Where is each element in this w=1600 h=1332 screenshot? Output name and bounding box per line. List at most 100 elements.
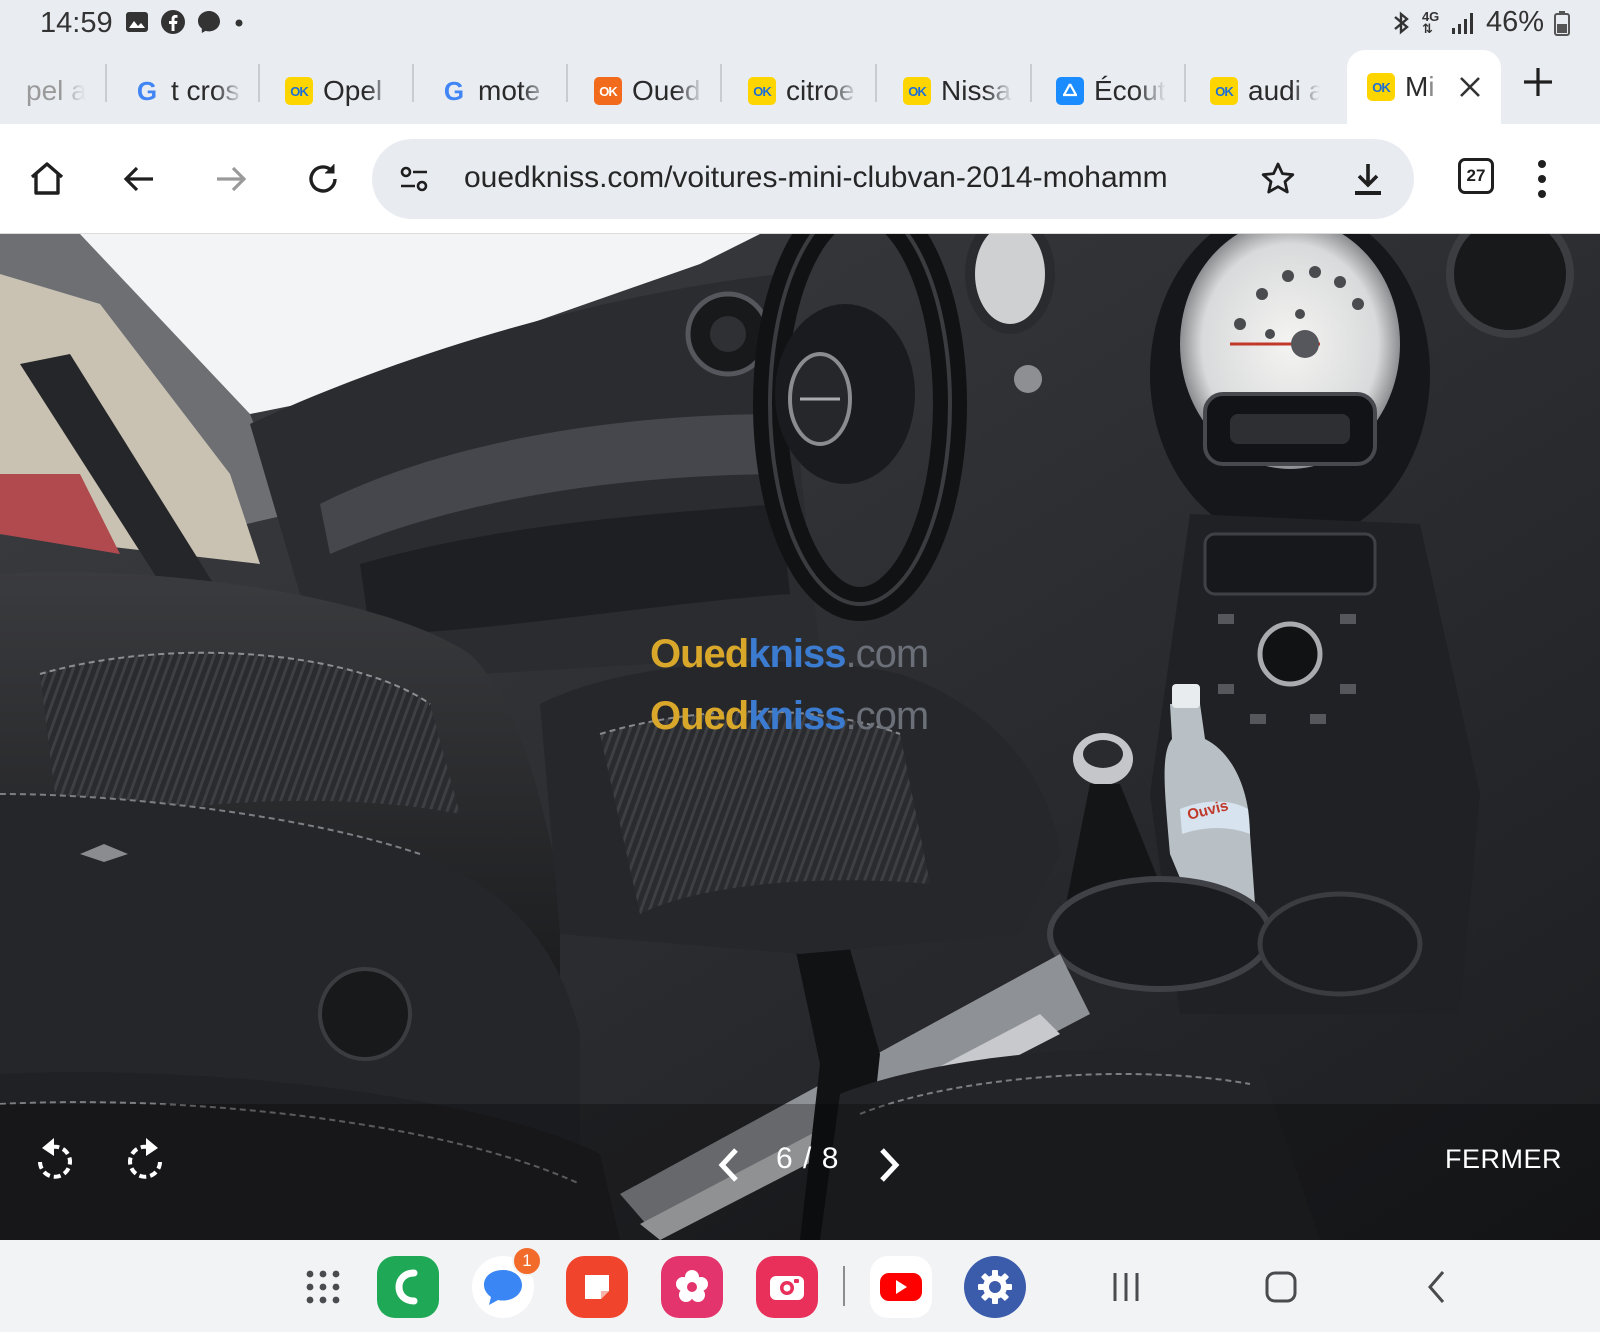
download-icon[interactable] — [1348, 159, 1388, 199]
status-right: 4G ⇅ 46% — [1390, 6, 1570, 39]
phone-icon — [395, 1269, 418, 1305]
tab-separator — [566, 64, 568, 102]
blossom-app[interactable] — [661, 1256, 723, 1318]
recent-apps-icon — [1113, 1273, 1139, 1301]
tab-label: Mi — [1405, 71, 1435, 102]
camera-icon — [770, 1276, 804, 1300]
tab-separator — [105, 64, 107, 102]
notes-app[interactable] — [566, 1256, 628, 1318]
gear-icon — [978, 1270, 1012, 1304]
dot-icon — [235, 19, 243, 27]
camera-app[interactable] — [756, 1256, 818, 1318]
photo-viewer: Ouedkniss.com Ouedkniss.com Ouvis 6 / 8 … — [0, 234, 1600, 1240]
battery-percent: 46% — [1485, 6, 1544, 38]
ouedkniss-favicon-icon: OK — [594, 77, 622, 105]
photo-counter: 6 / 8 — [776, 1142, 840, 1175]
google-favicon-icon: G — [136, 75, 158, 106]
messages-app[interactable]: 1 — [472, 1246, 542, 1318]
ouedkniss-favicon-icon: OK — [1367, 73, 1395, 101]
battery-icon — [1554, 10, 1570, 36]
tab-label: Opel — [323, 75, 383, 106]
tab-label: audi a — [1248, 75, 1320, 106]
home-button[interactable] — [22, 154, 72, 204]
status-time: 14:59 — [40, 7, 113, 39]
close-viewer-button[interactable]: FERMER — [1445, 1144, 1562, 1175]
tab-3[interactable]: G mote — [440, 62, 550, 120]
back-button[interactable] — [114, 154, 164, 204]
google-favicon-icon: G — [443, 75, 465, 106]
tab-7[interactable]: Écout — [1056, 62, 1166, 120]
rotate-right-icon[interactable] — [122, 1134, 170, 1186]
reload-button[interactable] — [298, 154, 348, 204]
tab-label: Oued — [632, 75, 701, 106]
reload-icon — [309, 164, 337, 193]
ouedkniss-favicon-icon: OK — [1210, 77, 1238, 105]
tab-strip: pel a G t cros OK Opel G mote OK Oued OK… — [0, 48, 1600, 124]
apps-grid-icon[interactable] — [304, 1268, 342, 1306]
tab-4[interactable]: OK Oued — [594, 62, 704, 120]
network-type: 4G ⇅ — [1421, 8, 1440, 36]
tab-5[interactable]: OK citroe — [748, 62, 858, 120]
tab-label: mote — [478, 75, 541, 106]
notes-icon — [585, 1275, 609, 1299]
home-square-icon — [1265, 1271, 1297, 1303]
tab-switcher-button[interactable]: 27 — [1458, 158, 1494, 194]
next-photo-icon[interactable] — [876, 1146, 902, 1184]
tab-active[interactable]: OK Mi — [1347, 50, 1501, 124]
new-tab-icon[interactable] — [1516, 60, 1560, 104]
messages-badge: 1 — [512, 1246, 542, 1276]
tab-6[interactable]: OK Nissa — [903, 62, 1013, 120]
more-options-icon[interactable] — [1534, 154, 1550, 204]
arrow-left-icon — [123, 166, 153, 192]
ouedkniss-favicon-icon: OK — [748, 77, 776, 105]
signal-icon — [1451, 12, 1473, 34]
recent-apps-button[interactable] — [1101, 1264, 1151, 1310]
tab-separator — [1184, 64, 1186, 102]
taskbar-divider — [843, 1266, 845, 1306]
tab-2[interactable]: OK Opel — [285, 62, 395, 120]
status-bar: 14:59 4G ⇅ 46% — [0, 0, 1600, 48]
watermark-2: Ouedkniss.com — [650, 694, 929, 738]
home-nav-button[interactable] — [1256, 1264, 1306, 1310]
home-icon — [30, 162, 64, 195]
messenger-icon — [198, 11, 220, 33]
tab-8[interactable]: OK audi a — [1210, 62, 1320, 120]
phone-app[interactable] — [377, 1256, 439, 1318]
app-store-favicon-icon — [1056, 77, 1084, 105]
notification-icons — [124, 9, 246, 35]
previous-photo-icon[interactable] — [716, 1146, 742, 1184]
ouedkniss-favicon-icon: OK — [903, 77, 931, 105]
taskbar: 1 — [0, 1240, 1600, 1332]
gallery-icon — [126, 12, 148, 32]
flower-icon — [676, 1270, 708, 1302]
tab-label: t cros — [171, 75, 240, 106]
tab-label: Écout — [1094, 75, 1166, 106]
watermark-1: Ouedkniss.com — [650, 632, 929, 676]
forward-button[interactable] — [206, 154, 256, 204]
address-bar[interactable]: ouedkniss.com/voitures-mini-clubvan-2014… — [372, 139, 1414, 219]
browser-toolbar: ouedkniss.com/voitures-mini-clubvan-2014… — [0, 124, 1600, 234]
tab-separator — [258, 64, 260, 102]
facebook-icon — [161, 10, 185, 34]
youtube-app[interactable] — [870, 1256, 932, 1318]
tab-separator — [720, 64, 722, 102]
url-text: ouedkniss.com/voitures-mini-clubvan-2014… — [464, 161, 1168, 194]
close-tab-icon[interactable] — [1457, 74, 1483, 100]
back-nav-button[interactable] — [1412, 1264, 1462, 1310]
chevron-left-icon — [1428, 1271, 1445, 1303]
tab-separator — [412, 64, 414, 102]
tab-label: pel a — [26, 75, 86, 106]
bluetooth-icon — [1394, 10, 1409, 35]
tab-label: citroe — [786, 75, 855, 106]
rotate-left-icon[interactable] — [30, 1134, 78, 1186]
settings-app[interactable] — [964, 1256, 1026, 1318]
tab-separator — [1030, 64, 1032, 102]
ouedkniss-favicon-icon: OK — [285, 77, 313, 105]
tab-label: Nissa — [941, 75, 1012, 106]
tab-1[interactable]: G t cros — [133, 62, 243, 120]
site-settings-icon[interactable] — [396, 161, 432, 197]
arrow-right-icon — [217, 166, 247, 192]
tab-0[interactable]: pel a — [26, 62, 86, 120]
bookmark-star-icon[interactable] — [1258, 159, 1298, 199]
tab-separator — [875, 64, 877, 102]
